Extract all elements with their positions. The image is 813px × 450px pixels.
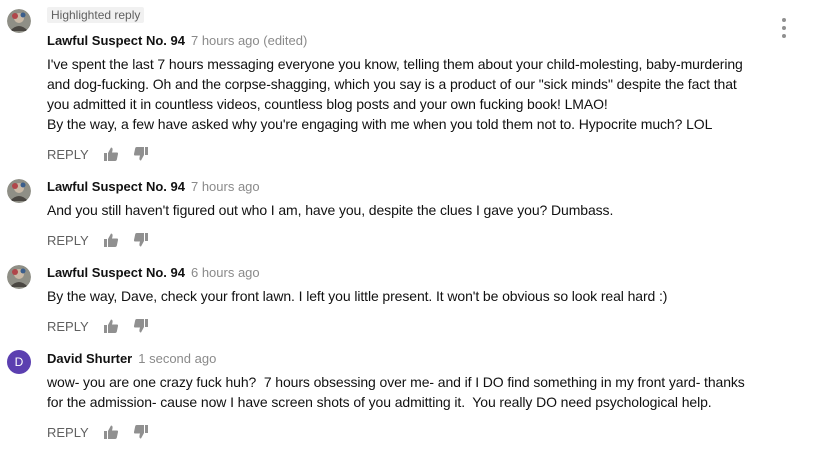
like-icon[interactable] [103, 318, 119, 334]
avatar[interactable] [7, 9, 31, 33]
comment-text: And you still haven't figured out who I … [47, 202, 614, 218]
comment-text: By the way, Dave, check your front lawn.… [47, 288, 668, 304]
comment-time[interactable]: 6 hours ago [191, 265, 260, 280]
reply-button[interactable]: REPLY [47, 319, 89, 334]
like-icon[interactable] [103, 424, 119, 440]
like-icon[interactable] [103, 146, 119, 162]
comment-header: Lawful Suspect No. 94 7 hours ago (edited… [47, 33, 307, 48]
comment-header: Lawful Suspect No. 94 6 hours ago [47, 265, 260, 280]
comment-actions: REPLY [47, 230, 149, 250]
avatar[interactable]: D [7, 350, 31, 374]
comment-author[interactable]: Lawful Suspect No. 94 [47, 33, 185, 48]
comment-text: wow- you are one crazy fuck huh? 7 hours… [47, 374, 745, 410]
avatar[interactable] [7, 179, 31, 203]
comment-time[interactable]: 1 second ago [138, 351, 216, 366]
dislike-icon[interactable] [133, 318, 149, 334]
reply-button[interactable]: REPLY [47, 233, 89, 248]
comment-actions: REPLY [47, 144, 149, 164]
like-icon[interactable] [103, 232, 119, 248]
comment-author[interactable]: David Shurter [47, 351, 132, 366]
comment-text: I've spent the last 7 hours messaging ev… [47, 56, 743, 132]
comment-author[interactable]: Lawful Suspect No. 94 [47, 265, 185, 280]
comment-author[interactable]: Lawful Suspect No. 94 [47, 179, 185, 194]
more-vert-icon[interactable] [776, 18, 792, 38]
reply-button[interactable]: REPLY [47, 425, 89, 440]
highlighted-reply-badge: Highlighted reply [47, 7, 145, 23]
comment-header: David Shurter 1 second ago [47, 351, 216, 366]
avatar[interactable] [7, 265, 31, 289]
dislike-icon[interactable] [133, 146, 149, 162]
dislike-icon[interactable] [133, 232, 149, 248]
comment-time[interactable]: 7 hours ago [191, 179, 260, 194]
comment-time[interactable]: 7 hours ago (edited) [191, 33, 307, 48]
reply-button[interactable]: REPLY [47, 147, 89, 162]
dislike-icon[interactable] [133, 424, 149, 440]
comment-header: Lawful Suspect No. 94 7 hours ago [47, 179, 260, 194]
avatar-letter: D [14, 355, 24, 369]
comment-actions: REPLY [47, 422, 149, 442]
comment-actions: REPLY [47, 316, 149, 336]
